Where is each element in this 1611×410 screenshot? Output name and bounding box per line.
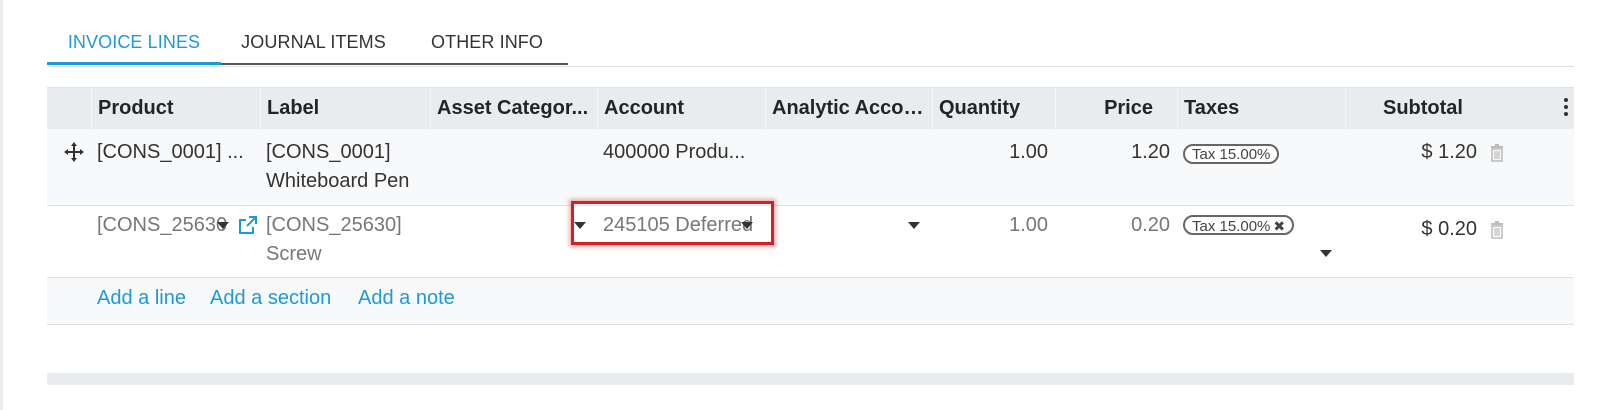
- trash-icon[interactable]: [1490, 144, 1504, 162]
- table-footer-bar: [47, 373, 1574, 385]
- quantity-input[interactable]: 1.00: [932, 211, 1048, 240]
- add-section-link[interactable]: Add a section: [210, 287, 331, 310]
- remove-tax-icon[interactable]: ✖: [1273, 218, 1285, 234]
- tax-badge-label: Tax 15.00%: [1192, 146, 1271, 163]
- quantity-cell[interactable]: 1.00: [932, 138, 1048, 167]
- active-tab-indicator: [47, 62, 221, 65]
- tab-journal-items[interactable]: JOURNAL ITEMS: [221, 22, 406, 64]
- account-field-highlight: [571, 201, 774, 245]
- column-header-asset-category[interactable]: Asset Categor...: [430, 88, 597, 130]
- price-input[interactable]: 0.20: [1055, 211, 1170, 240]
- label-cell-line2[interactable]: Whiteboard Pen: [266, 167, 409, 196]
- tax-badge: Tax 15.00%: [1183, 144, 1280, 164]
- tax-badge: Tax 15.00% ✖: [1183, 215, 1295, 235]
- column-header-quantity[interactable]: Quantity: [932, 88, 1055, 130]
- column-header-taxes[interactable]: Taxes: [1177, 88, 1345, 130]
- column-header-product[interactable]: Product: [91, 88, 260, 130]
- column-header-price[interactable]: Price: [1055, 88, 1177, 130]
- label-input-line1[interactable]: [CONS_25630]: [266, 211, 402, 240]
- table-actions-row: Add a line Add a section Add a note: [47, 278, 1574, 325]
- column-header-subtotal[interactable]: Subtotal: [1345, 88, 1515, 130]
- left-border: [0, 0, 3, 410]
- table-row-editing[interactable]: [CONS_25630 [CONS_25630] Screw 245105 De…: [47, 206, 1574, 278]
- product-input[interactable]: [CONS_25630: [97, 211, 227, 240]
- add-note-link[interactable]: Add a note: [358, 287, 455, 310]
- analytic-account-dropdown-icon[interactable]: [908, 222, 920, 229]
- subtotal-cell: $ 1.20: [1421, 141, 1477, 163]
- subtotal-cell: $ 0.20: [1421, 218, 1477, 240]
- optional-columns-icon[interactable]: [1564, 98, 1568, 119]
- trash-icon[interactable]: [1490, 221, 1504, 239]
- price-cell[interactable]: 1.20: [1055, 138, 1170, 167]
- tab-invoice-lines[interactable]: INVOICE LINES: [47, 22, 221, 64]
- table-header: Product Label Asset Categor... Account A…: [47, 87, 1574, 130]
- label-input-line2[interactable]: Screw: [266, 240, 322, 269]
- label-cell-line1[interactable]: [CONS_0001]: [266, 138, 391, 167]
- drag-handle-icon[interactable]: [63, 141, 85, 163]
- taxes-dropdown-icon[interactable]: [1320, 250, 1332, 257]
- account-cell[interactable]: 400000 Produ...: [603, 138, 745, 167]
- product-dropdown-icon[interactable]: [217, 222, 229, 229]
- product-cell[interactable]: [CONS_0001] ...: [97, 138, 244, 167]
- add-line-link[interactable]: Add a line: [97, 287, 186, 310]
- notebook-tabs: INVOICE LINES JOURNAL ITEMS OTHER INFO: [47, 22, 1574, 67]
- tax-badge-label: Tax 15.00%: [1192, 218, 1271, 235]
- column-header-account[interactable]: Account: [597, 88, 765, 130]
- tab-underline: [221, 63, 568, 65]
- external-link-icon[interactable]: [239, 216, 257, 234]
- column-header-analytic-account[interactable]: Analytic Accou...: [765, 88, 932, 130]
- table-row[interactable]: [CONS_0001] ... [CONS_0001] Whiteboard P…: [47, 129, 1574, 206]
- column-header-label[interactable]: Label: [260, 88, 430, 130]
- tab-other-info[interactable]: OTHER INFO: [406, 22, 568, 64]
